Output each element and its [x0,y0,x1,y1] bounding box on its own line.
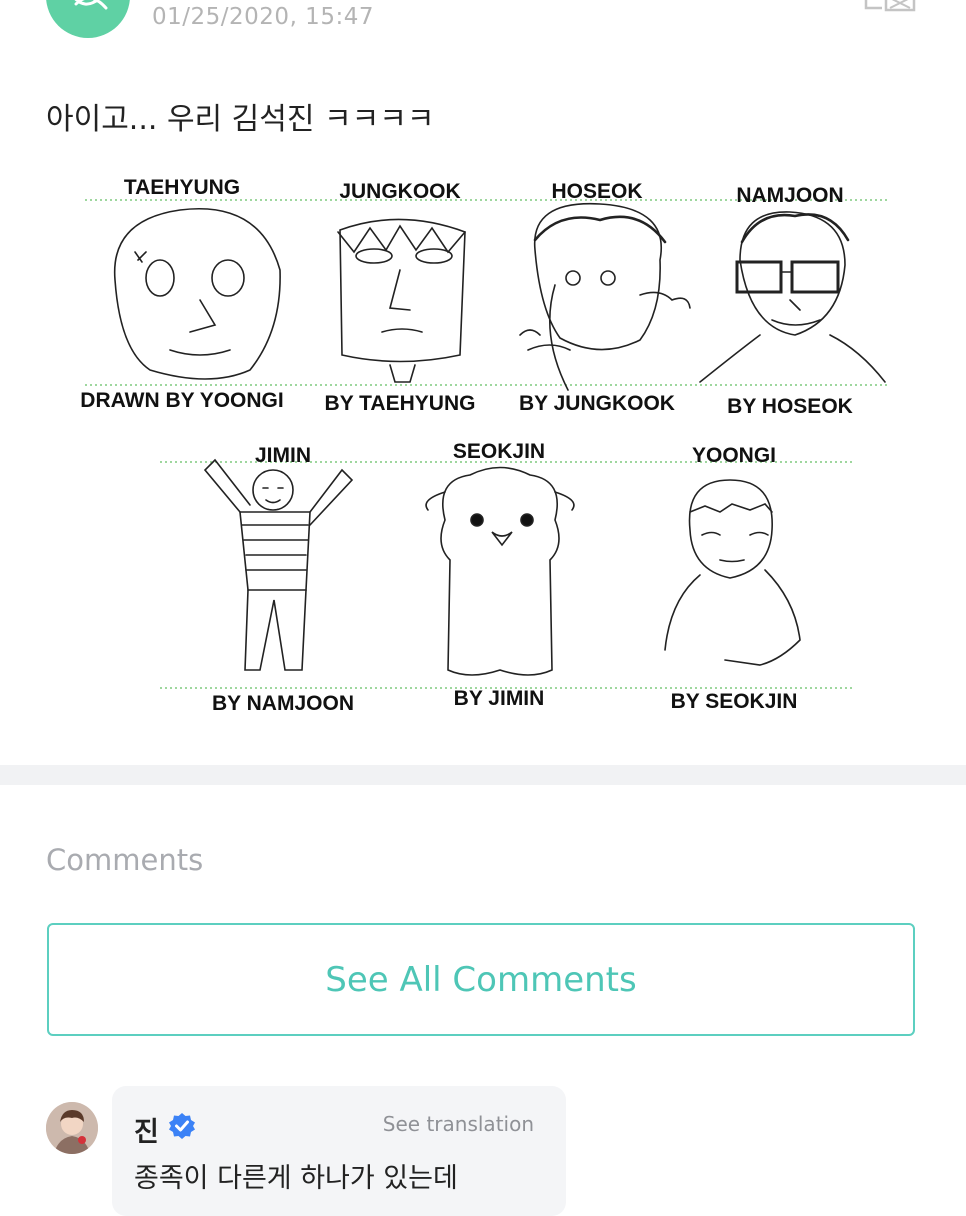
section-divider [0,765,966,785]
seokjin-sketch [425,466,575,676]
drawing-artist-taehyung: DRAWN BY YOONGI [80,389,283,412]
namjoon-sketch [699,211,886,383]
drawing-artist-hoseok: BY JUNGKOOK [519,392,675,415]
drawing-title-jimin: JIMIN [255,444,311,467]
drawing-title-yoongi: YOONGI [692,444,776,467]
commenter-avatar[interactable] [46,1102,98,1154]
taehyung-sketch [113,208,281,380]
drawing-artist-jimin: BY NAMJOON [212,692,354,715]
drawing-title-seokjin: SEOKJIN [453,440,545,463]
app-logo-icon [74,0,108,10]
comment-bubble: 진 See translation 종족이 다른게 하나가 있는데 [112,1086,566,1216]
jimin-sketch [203,458,354,671]
post-timestamp: 01/25/2020, 15:47 [152,4,374,30]
comments-heading: Comments [46,843,204,877]
drawing-artist-jungkook: BY TAEHYUNG [325,392,476,415]
drawing-title-namjoon: NAMJOON [736,184,843,207]
drawing-artist-namjoon: BY HOSEOK [727,395,853,418]
share-icon[interactable] [860,0,918,20]
comment-author[interactable]: 진 [134,1110,159,1149]
artist-avatar[interactable] [46,0,130,38]
verified-badge-icon [169,1113,195,1139]
post-image[interactable]: TAEHYUNG JUNGKOOK HOSEOK NAMJOON DRAWN B… [60,160,910,735]
comment-text: 종족이 다른게 하나가 있는데 [134,1163,458,1194]
yoongi-sketch [664,479,801,666]
drawing-artist-seokjin: BY JIMIN [454,687,545,710]
drawing-title-taehyung: TAEHYUNG [124,176,240,199]
see-all-comments-button[interactable]: See All Comments [47,923,915,1036]
drawing-title-jungkook: JUNGKOOK [339,180,460,203]
jungkook-sketch [337,218,466,383]
drawing-artist-yoongi: BY SEOKJIN [671,690,798,713]
drawing-title-hoseok: HOSEOK [551,180,642,203]
post-text: 아이고... 우리 김석진 ㅋㅋㅋㅋ [46,102,435,137]
hoseok-sketch [519,202,691,391]
see-translation-link[interactable]: See translation [383,1112,534,1136]
